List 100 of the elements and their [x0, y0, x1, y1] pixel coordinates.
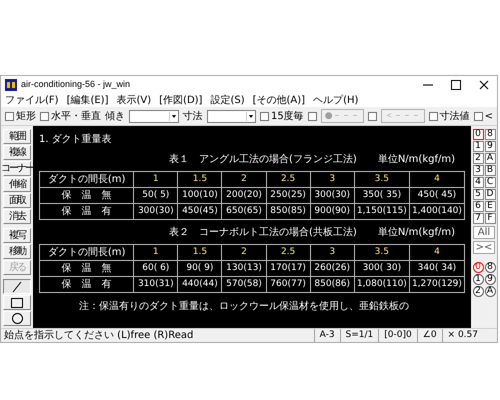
checkbox-label: 矩形	[16, 110, 36, 124]
table-cell: 100(10)	[178, 188, 222, 204]
line-tool-icon	[11, 280, 23, 292]
checkbox[interactable]	[308, 112, 317, 120]
group-button[interactable]: 8	[484, 262, 496, 273]
layer-button[interactable]: 9	[484, 141, 496, 152]
tool-button[interactable]	[3, 279, 31, 294]
window-title: air-conditioning-56 - jw_win	[21, 78, 130, 91]
layer-button[interactable]: B	[484, 165, 496, 176]
layer-button[interactable]: 4	[472, 177, 484, 188]
checkbox-label: 寸法値	[440, 110, 470, 124]
checkbox[interactable]	[5, 112, 14, 120]
header-cell: 1.5	[178, 172, 222, 188]
header-cell: 4	[409, 172, 464, 188]
layer-button[interactable]: 8	[484, 129, 496, 140]
unit-label: 単位N/m(kgf/m)	[378, 153, 455, 167]
header-cell: 4	[409, 244, 464, 260]
status-field: × 0.57	[442, 328, 483, 342]
table-cell: 350( 35)	[354, 188, 410, 204]
status-field: S=1/1	[340, 328, 378, 342]
header-cell: 2.5	[266, 172, 310, 188]
status-field: A-3	[314, 328, 340, 342]
menu-item[interactable]: 設定(S)	[210, 92, 245, 108]
header-cell: 3.5	[354, 244, 410, 260]
table-cell: 50( 5)	[134, 188, 178, 204]
layer-button[interactable]: 2	[472, 153, 484, 164]
table-cell: 850(85)	[266, 204, 310, 220]
header-cell: ダクトの間長(m)	[40, 172, 134, 188]
table-cell: 650(65)	[222, 204, 266, 220]
maximize-icon[interactable]	[451, 80, 461, 90]
checkbox-label: 15度毎	[271, 110, 304, 124]
menu-item[interactable]: [その他(A)]	[252, 92, 306, 108]
table-cell: 1,400(140)	[409, 204, 464, 220]
layer-button[interactable]: 1	[472, 141, 484, 152]
dropdown-field[interactable]	[206, 110, 256, 122]
table-cell: 250(25)	[266, 188, 310, 204]
tool-button[interactable]: 伸縮	[3, 177, 31, 192]
header-cell: 3	[310, 172, 354, 188]
menu-item[interactable]: ヘルプ(H)	[313, 92, 358, 108]
tool-button[interactable]: 面取	[3, 193, 31, 208]
tool-button[interactable]: 消去	[3, 209, 31, 224]
table-cell: 900(90)	[310, 204, 354, 220]
caret-icon	[246, 112, 255, 120]
header-cell: 1	[134, 244, 178, 260]
header-cell: 2	[222, 244, 266, 260]
canvas-heading: 1. ダクト重量表	[39, 132, 113, 147]
table-cell: 850(86)	[310, 276, 354, 292]
layer-button[interactable]: 5	[472, 189, 484, 200]
tool-button[interactable]: 範囲	[3, 129, 31, 144]
tool-button[interactable]: 複線	[3, 145, 31, 160]
table-cell: 300(30)	[134, 204, 178, 220]
layer-button[interactable]: 3	[472, 165, 484, 176]
menu-item[interactable]: ファイル(F)	[5, 92, 59, 108]
layer-button[interactable]: 0	[472, 129, 484, 140]
group-button[interactable]: A	[484, 286, 496, 297]
table-cell: 170(17)	[266, 260, 310, 276]
group-button[interactable]: 2	[472, 286, 484, 297]
tool-button[interactable]: 移動	[3, 244, 31, 259]
table-cell: 1,080(110)	[354, 276, 410, 292]
field-label: 傾き	[105, 110, 125, 124]
layer-button[interactable]: 7	[472, 213, 484, 224]
status-field: [0-0]0	[378, 328, 417, 342]
layer-button[interactable]: E	[484, 201, 496, 212]
layer-button[interactable]: D	[484, 189, 496, 200]
checkbox[interactable]	[428, 112, 438, 120]
table-cell: 保 温 無	[40, 260, 134, 276]
tool-button[interactable]: 複写	[3, 228, 31, 243]
group-button[interactable]: 9	[484, 274, 496, 285]
table-cell: 1,270(129)	[409, 276, 464, 292]
checkbox[interactable]	[260, 112, 269, 120]
layer-all-button[interactable]: All	[473, 226, 495, 239]
checkbox-label: 水平・垂直	[51, 110, 101, 124]
table-caption: 表１ アングル工法の場合(フランジ工法)	[169, 152, 357, 167]
header-cell: ダクトの間長(m)	[40, 244, 134, 260]
table-cell: 260(26)	[310, 260, 354, 276]
dropdown-field[interactable]	[129, 110, 178, 122]
group-button[interactable]: 1	[472, 274, 484, 285]
checkbox[interactable]	[40, 112, 49, 120]
layer-button[interactable]: F	[484, 213, 496, 224]
field-label: 寸法	[182, 110, 202, 124]
table-cell: 760(77)	[266, 276, 310, 292]
table-cell: 60( 6)	[134, 260, 178, 276]
menu-item[interactable]: [編集(E)]	[66, 92, 108, 108]
app-logo-icon	[5, 78, 17, 90]
layer-all-button[interactable]: ><	[473, 241, 495, 254]
unit-label: 単位N/m(kgf/m)	[378, 226, 455, 240]
table-cell: 1,150(115)	[354, 204, 410, 220]
layer-button[interactable]: C	[484, 177, 496, 188]
drawing-canvas[interactable]	[33, 126, 471, 328]
close-icon[interactable]	[479, 80, 489, 90]
checkbox[interactable]	[368, 112, 377, 120]
table-caption: 表２ コーナボルト工法の場合(共板工法)	[169, 226, 357, 240]
checkbox[interactable]	[474, 112, 483, 120]
menu-item[interactable]: 表示(V)	[116, 92, 152, 108]
table-cell: 450( 45)	[409, 188, 464, 204]
layer-button[interactable]: 6	[472, 201, 484, 212]
status-field: ∠0	[416, 328, 442, 342]
checkbox-label: <	[484, 110, 493, 124]
menu-item[interactable]: [作図(D)]	[159, 92, 202, 108]
layer-button[interactable]: A	[484, 153, 496, 164]
